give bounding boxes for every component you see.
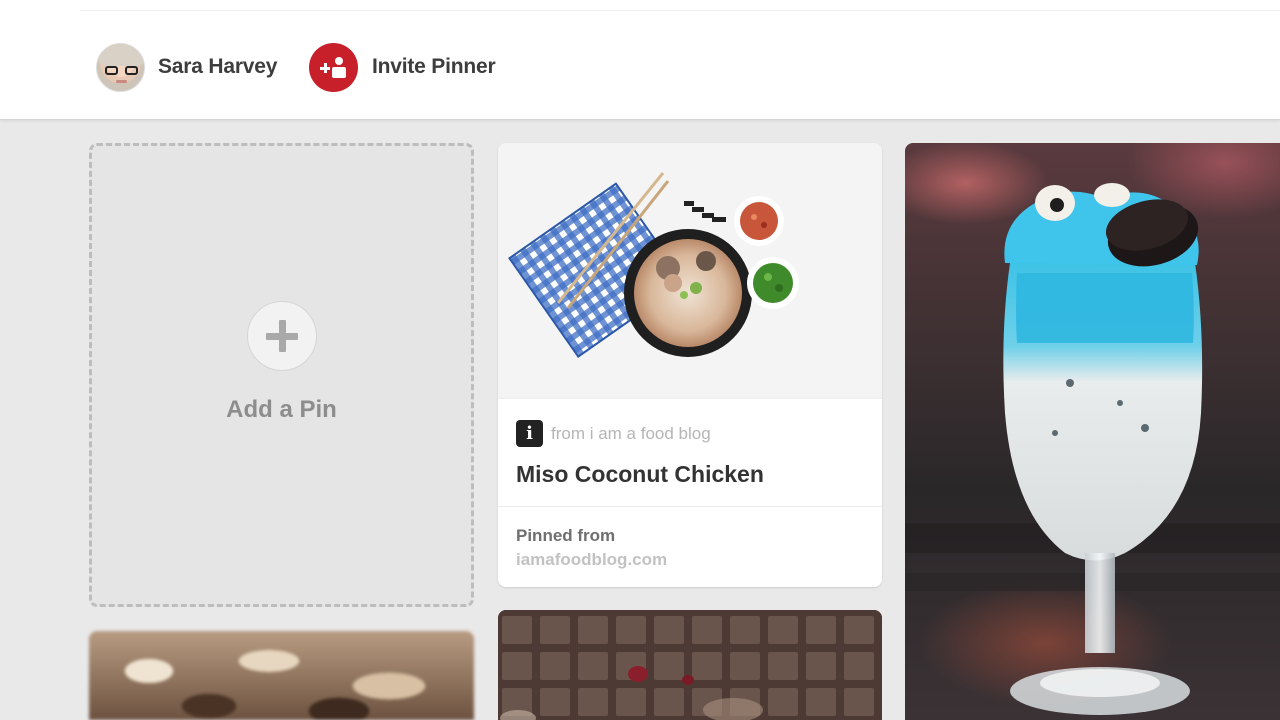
food-photo	[498, 143, 882, 398]
pinned-domain-link[interactable]: iamafoodblog.com	[516, 550, 667, 570]
add-pin-tile[interactable]: Add a Pin	[89, 143, 474, 607]
plus-icon[interactable]	[247, 301, 317, 371]
invite-person-plus-icon[interactable]	[309, 42, 358, 92]
pinned-from-label: Pinned from	[516, 526, 616, 545]
invite-pinner-button[interactable]: Invite Pinner	[309, 42, 496, 92]
invite-pinner-label[interactable]: Invite Pinner	[372, 55, 496, 79]
board-owner[interactable]: Sara Harvey	[96, 42, 277, 92]
pin-thumbnail[interactable]	[89, 631, 474, 720]
chocolate-photo	[498, 610, 882, 720]
milkshake-photo	[905, 183, 1280, 715]
board-header: Sara Harvey Invite Pinner	[0, 0, 1280, 120]
pin-source[interactable]: from i am a food blog	[551, 424, 711, 444]
pin-attribution: Pinned from iamafoodblog.com	[498, 506, 882, 587]
avatar[interactable]	[96, 42, 145, 92]
add-pin-label[interactable]: Add a Pin	[92, 396, 471, 424]
pin-image-large[interactable]	[905, 143, 1280, 720]
pin-image[interactable]	[498, 143, 882, 398]
pin-thumbnail[interactable]	[498, 610, 882, 720]
owner-name[interactable]: Sara Harvey	[158, 55, 277, 79]
pin-title[interactable]: Miso Coconut Chicken	[516, 461, 764, 488]
pin-card[interactable]: i from i am a food blog Miso Coconut Chi…	[498, 143, 882, 587]
info-letter-icon[interactable]: i	[516, 420, 543, 447]
divider	[80, 10, 1280, 11]
pin-meta: i from i am a food blog Miso Coconut Chi…	[498, 398, 882, 506]
